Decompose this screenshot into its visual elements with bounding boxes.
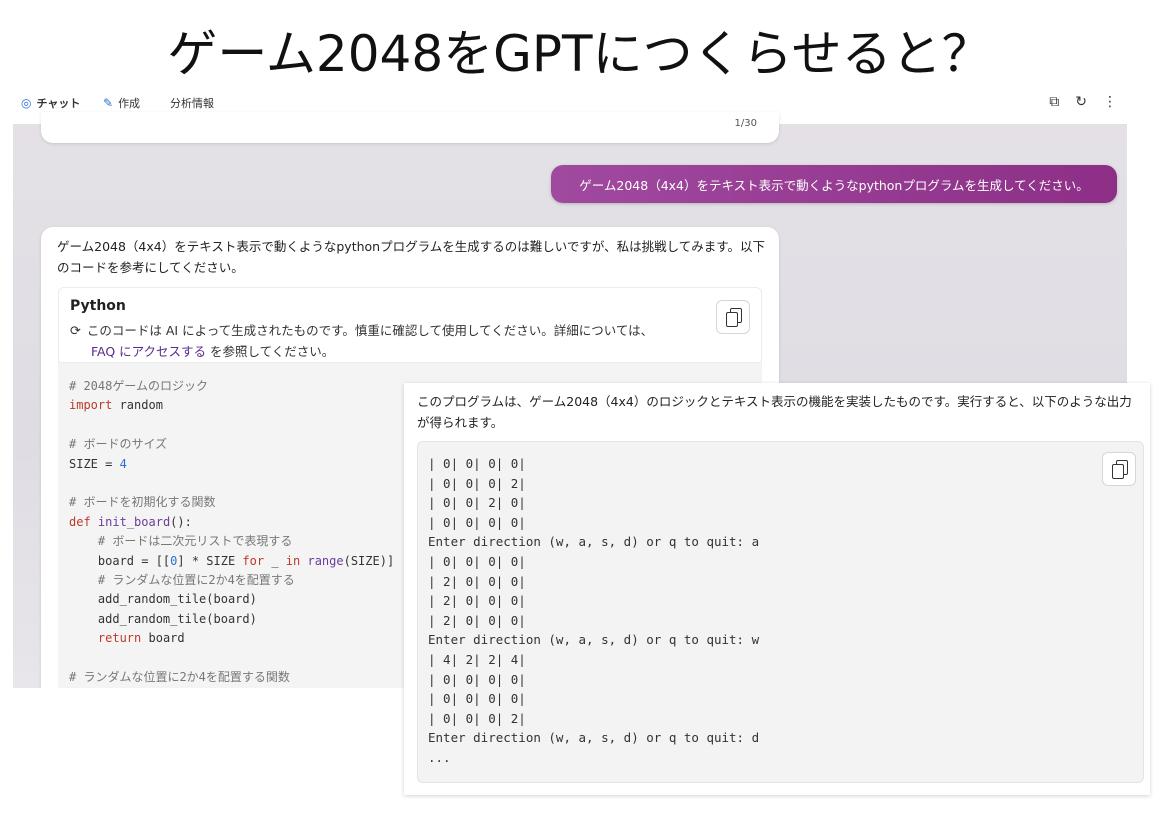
output-intro-text: このプログラムは、ゲーム2048（4x4）のロジックとテキスト表示の機能を実装し…: [417, 394, 1132, 430]
output-line: | 0| 0| 0| 2|: [428, 475, 526, 491]
notice-prefix: このコードは AI によって生成されたものです。慎重に確認して使用してください。…: [86, 323, 654, 338]
copy-icon: [1112, 464, 1124, 479]
ai-info-icon: ⟳: [70, 324, 81, 339]
tab-compose[interactable]: ✎ 作成: [103, 95, 140, 111]
code-line: add_random_tile(board): [69, 611, 257, 626]
output-line: | 0| 0| 0| 2|: [428, 710, 526, 726]
tab-chat-label: チャット: [36, 97, 81, 110]
code-line: # ボードを初期化する関数: [69, 495, 216, 510]
tab-chat[interactable]: ◎ チャット: [21, 95, 80, 111]
copy-output-button[interactable]: [1102, 452, 1136, 486]
tab-insights-label: 分析情報: [170, 97, 214, 110]
ai-code-notice: ⟳ このコードは AI によって生成されたものです。慎重に確認して使用してください…: [70, 321, 710, 362]
reply-intro-text: ゲーム2048（4x4）をテキスト表示で動くようなpythonプログラムを生成す…: [57, 239, 765, 275]
code-content: # 2048ゲームのロジック import random # ボードのサイズ SIZ…: [69, 377, 394, 688]
previous-message-card: 1/30: [41, 112, 779, 143]
chat-icon: ◎: [21, 96, 32, 110]
output-line: | 2| 0| 0| 0|: [428, 573, 526, 589]
output-line: | 4| 2| 2| 4|: [428, 651, 526, 667]
code-line: import random: [69, 398, 163, 413]
copy-icon: [726, 312, 738, 327]
output-line: Enter direction (w, a, s, d) or q to qui…: [428, 730, 760, 746]
code-line: return board: [97, 631, 185, 646]
copy-code-button[interactable]: [716, 300, 750, 334]
open-external-icon[interactable]: ⧉: [1049, 94, 1059, 110]
slide-title: ゲーム2048をGPTにつくらせると？: [167, 25, 992, 83]
tab-insights[interactable]: 分析情報: [170, 95, 214, 111]
code-line: # ボードのサイズ: [69, 437, 168, 452]
code-line: board = [[0] * SIZE for _ in range(SIZE)…: [69, 553, 395, 568]
code-line: # ボードは二次元リストで表現する: [69, 534, 293, 549]
output-line: | 0| 0| 0| 0|: [428, 691, 526, 707]
code-block-header: Python ⟳ このコードは AI によって生成されたものです。慎重に確認して使…: [58, 287, 762, 363]
compose-icon: ✎: [103, 96, 114, 110]
refresh-icon[interactable]: ↻: [1075, 94, 1087, 110]
notice-suffix: を参照してください。: [206, 344, 335, 359]
output-line: Enter direction (w, a, s, d) or q to qui…: [428, 632, 760, 648]
more-menu-icon[interactable]: ⋮: [1103, 94, 1117, 110]
top-actions: ⧉ ↻ ⋮: [1049, 94, 1117, 110]
output-line: | 0| 0| 0| 0|: [428, 514, 526, 530]
output-line: | 0| 0| 0| 0|: [428, 456, 526, 471]
faq-link[interactable]: FAQ にアクセスする: [91, 344, 206, 359]
output-code-block: | 0| 0| 0| 0| | 0| 0| 0| 2| | 0| 0| 2| 0| |…: [417, 441, 1144, 783]
user-message-bubble: ゲーム2048（4x4）をテキスト表示で動くようなpythonプログラムを生成し…: [551, 165, 1117, 203]
output-example-card: このプログラムは、ゲーム2048（4x4）のロジックとテキスト表示の機能を実装し…: [404, 383, 1150, 795]
output-line: | 0| 0| 0| 0|: [428, 671, 526, 687]
code-line: add_random_tile(board): [69, 592, 257, 607]
output-line: ...: [428, 749, 451, 765]
tab-compose-label: 作成: [118, 97, 141, 110]
output-line: | 0| 0| 0| 0|: [428, 553, 526, 569]
code-line: # 2048ゲームのロジック: [69, 379, 208, 393]
code-language-label: Python: [70, 298, 126, 314]
output-line: | 2| 0| 0| 0|: [428, 612, 526, 628]
code-line: # ランダムな位置に2か4を配置する関数: [69, 670, 290, 685]
output-content: | 0| 0| 0| 0| | 0| 0| 0| 2| | 0| 0| 2| 0| |…: [428, 454, 759, 768]
output-line: | 2| 0| 0| 0|: [428, 593, 526, 609]
turn-counter: 1/30: [734, 118, 757, 129]
code-line: # ランダムな位置に2か4を配置する: [69, 573, 295, 588]
output-line: | 0| 0| 2| 0|: [428, 495, 526, 511]
output-line: Enter direction (w, a, s, d) or q to qui…: [428, 534, 760, 550]
code-line: SIZE = 4: [69, 456, 127, 471]
code-line: def init_board():: [69, 514, 192, 529]
